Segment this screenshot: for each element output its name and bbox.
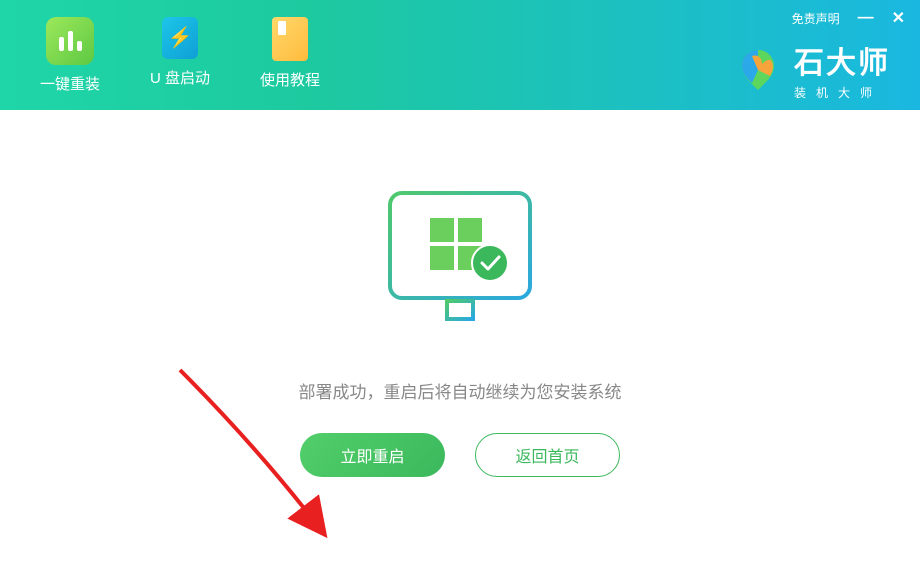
- action-buttons: 立即重启 返回首页: [300, 433, 620, 477]
- book-icon: [272, 17, 308, 61]
- nav-tabs: 一键重装 ⚡ U 盘启动 使用教程: [40, 17, 320, 94]
- restart-button[interactable]: 立即重启: [300, 433, 445, 477]
- close-button[interactable]: ✕: [892, 8, 905, 28]
- brand-logo-icon: [734, 46, 782, 94]
- usb-icon: ⚡: [162, 17, 198, 59]
- success-monitor-icon: [375, 183, 545, 348]
- tab-label: 一键重装: [40, 73, 100, 94]
- disclaimer-link[interactable]: 免责声明: [792, 10, 840, 27]
- brand-title: 石大师: [794, 38, 890, 82]
- tab-label: U 盘启动: [150, 67, 210, 88]
- app-header: 一键重装 ⚡ U 盘启动 使用教程 免责声明 — ✕ 石大师: [0, 0, 920, 110]
- main-content: 部署成功，重启后将自动继续为您安装系统 立即重启 返回首页: [0, 110, 920, 580]
- status-message: 部署成功，重启后将自动继续为您安装系统: [299, 378, 622, 403]
- brand: 石大师 装机大师: [734, 38, 890, 101]
- tab-tutorial[interactable]: 使用教程: [260, 17, 320, 94]
- reinstall-icon: [46, 17, 94, 65]
- home-button[interactable]: 返回首页: [475, 433, 620, 477]
- minimize-button[interactable]: —: [858, 9, 874, 27]
- tab-label: 使用教程: [260, 69, 320, 90]
- tab-reinstall[interactable]: 一键重装: [40, 17, 100, 94]
- window-controls: 免责声明 — ✕: [792, 8, 905, 28]
- tab-usb-boot[interactable]: ⚡ U 盘启动: [150, 17, 210, 94]
- brand-subtitle: 装机大师: [794, 84, 890, 101]
